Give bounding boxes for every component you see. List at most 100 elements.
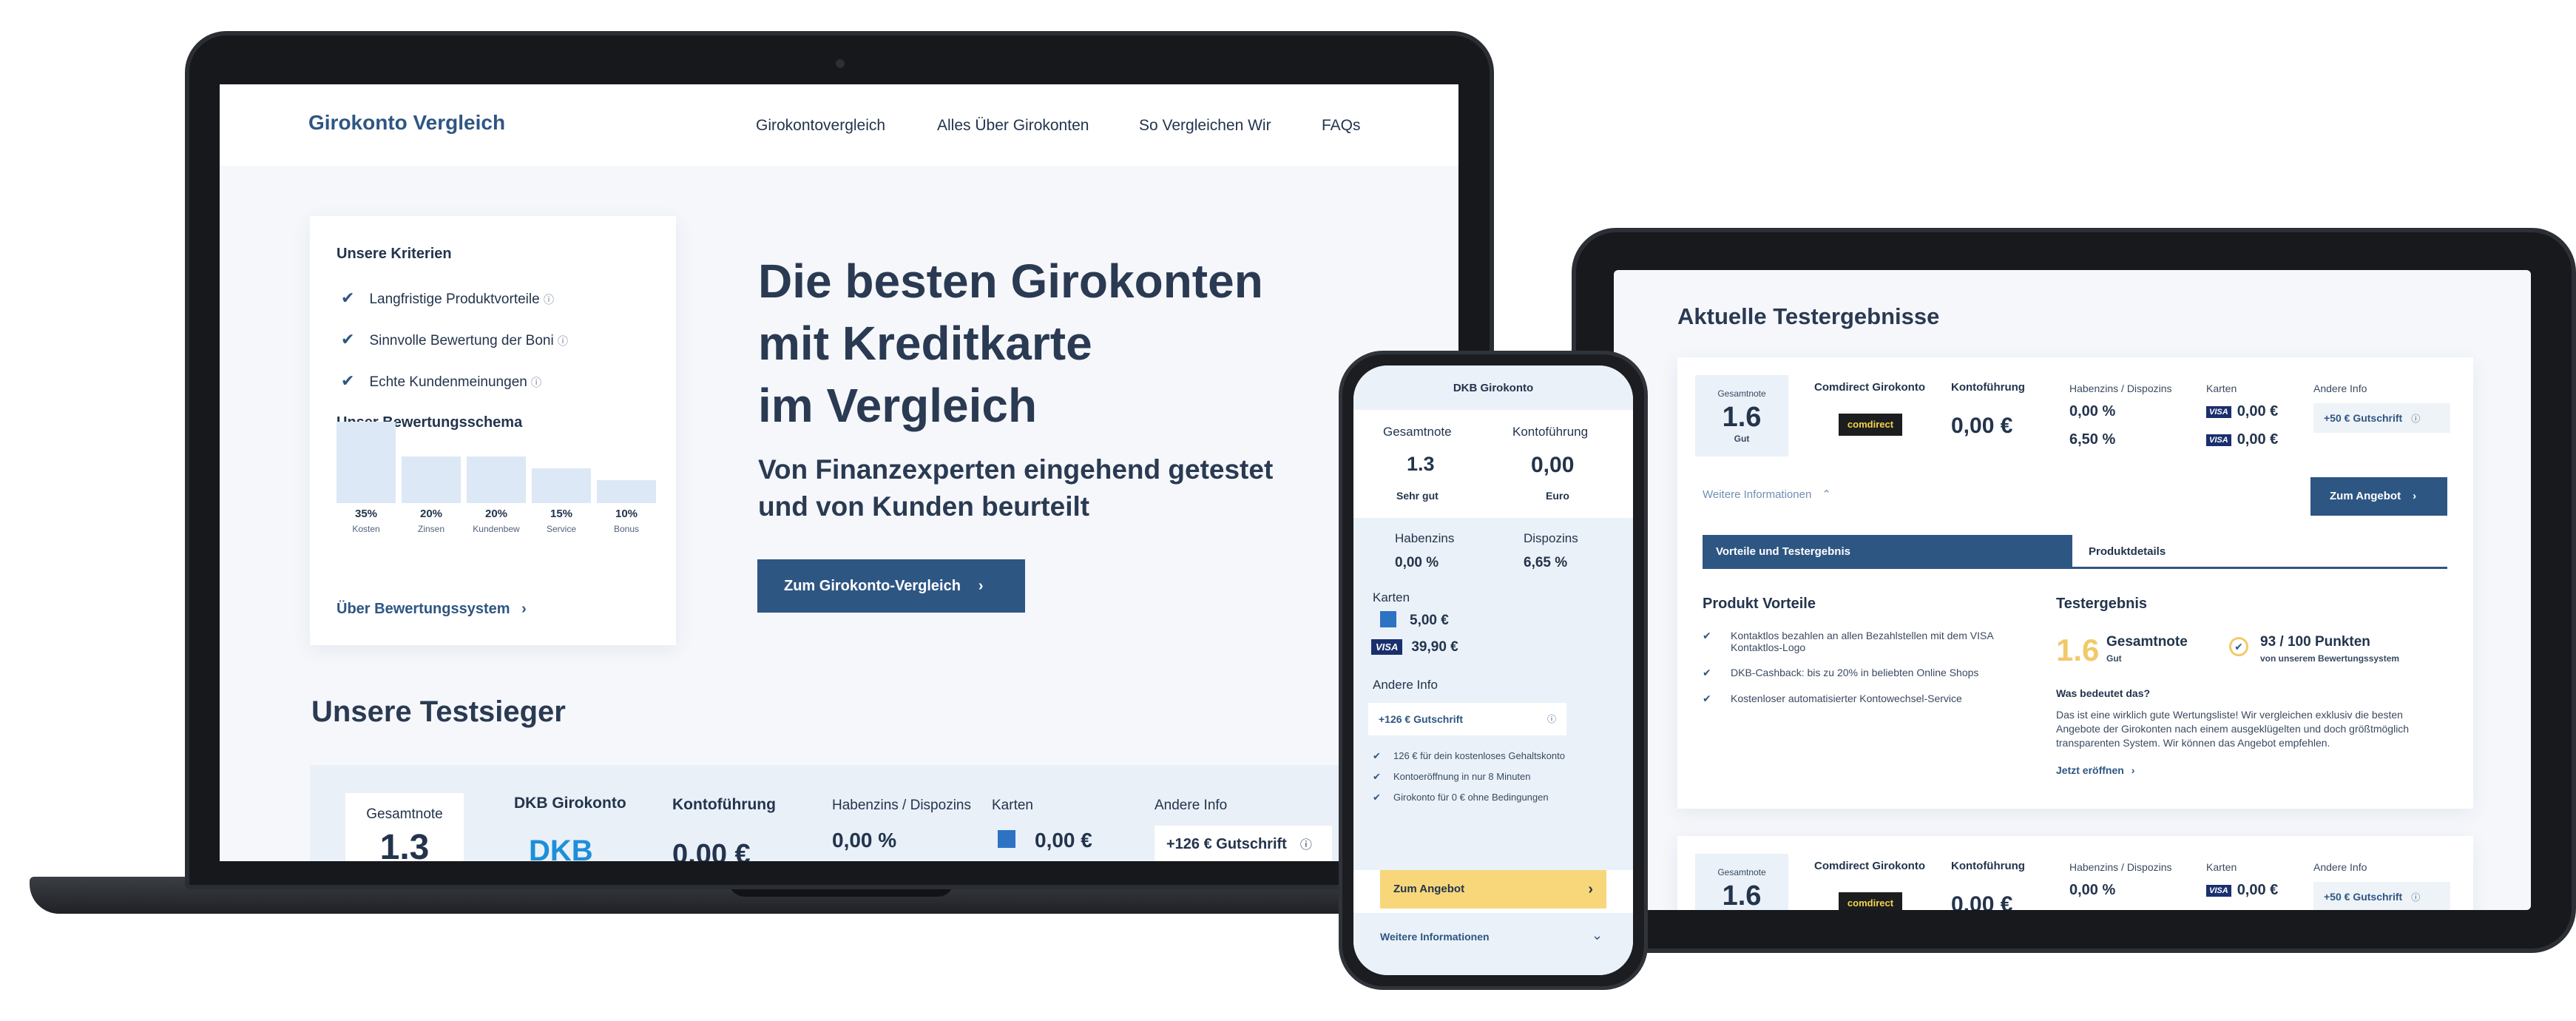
card-value: 5,00 € [1410,613,1449,628]
criteria-item: ✔ Sinnvolle Bewertung der Boni ⓘ [341,330,568,349]
fee-label: Kontoführung [672,796,776,813]
schema-bar-percent: 10% [615,508,638,520]
laptop-screen: Girokonto Vergleich Girokontovergleich A… [220,84,1458,861]
site-header: Girokonto Vergleich Girokontovergleich A… [220,84,1458,166]
info-label: Andere Info [2313,383,2367,394]
visa-icon: VISA [1371,639,1403,656]
chevron-down-icon[interactable]: ⌄ [1592,928,1603,943]
info-icon[interactable]: ⓘ [2411,414,2420,424]
more-info-section: Weitere Informationen ⌄ [1353,913,1633,975]
criteria-item: ✔ Langfristige Produktvorteile ⓘ [341,289,554,308]
info-icon[interactable]: ⓘ [544,294,554,306]
hero-subheadline-line: Von Finanzexperten eingehend getestet [758,454,1274,485]
list-item-text: Girokonto für 0 € ohne Bedingungen [1393,792,1549,803]
more-info-toggle[interactable]: Weitere Informationen ⌃ [1703,488,1831,501]
info-icon[interactable]: ⓘ [2411,892,2420,903]
more-info-label: Weitere Informationen [1703,488,1812,501]
check-icon: ✔ [341,289,355,307]
check-icon: ✔ [1703,630,1711,641]
list-item: ✔ Kontaktlos bezahlen an allen Bezahlstel… [1703,630,2013,653]
visa-icon: VISA [2206,434,2231,446]
nav-link-girokontovergleich[interactable]: Girokontovergleich [756,117,885,135]
score-grade: Gut [1734,434,1750,444]
card-value: 39,90 € [1411,639,1458,655]
info-icon[interactable]: ⓘ [1300,839,1312,852]
schema-bar-label: Bonus [613,524,640,534]
nav-link-faqs[interactable]: FAQs [1322,117,1361,135]
fee-value: 0,00 [1531,453,1575,477]
rating-system-link-label: Über Bewertungssystem [337,601,510,617]
interest-value: 0,00 % [832,829,897,852]
visa-icon: VISA [2206,884,2231,897]
list-item: ✔ 126 € für dein kostenloses Gehaltskonto [1373,750,1595,762]
list-item-text: 126 € für dein kostenloses Gehaltskonto [1393,750,1565,761]
info-label: Andere Info [1155,798,1228,813]
results-title: Aktuelle Testergebnisse [1677,303,1940,329]
advantages-list: ✔ Kontaktlos bezahlen an allen Bezahlstel… [1703,630,2013,705]
result-score: 1.6 [2056,633,2100,667]
schema-bar [597,480,656,503]
card-value: 0,00 € [2237,403,2279,419]
bonus-chip: +50 € Gutschrift ⓘ [2313,403,2450,433]
bonus-chip: +126 € Gutschrift ⓘ [1368,703,1566,735]
check-icon: ✔ [1703,693,1711,704]
chevron-right-icon: › [2131,764,2135,776]
card-item: VISA 39,90 € [1371,639,1458,656]
dispo-value: 6,50 % [2069,431,2116,448]
schema-bar [467,456,526,503]
benefits-list: ✔ 126 € für dein kostenloses Gehaltskonto… [1373,750,1595,803]
card-value: 0,00 € [2237,431,2279,448]
info-icon[interactable]: ⓘ [1547,703,1556,735]
tab-vorteile[interactable]: Vorteile und Testergebnis [1703,535,2072,569]
info-icon[interactable]: ⓘ [558,335,568,347]
score-label: Gesamtnote [1383,425,1452,439]
offer-button[interactable]: Zum Angebot › [1380,870,1606,909]
info-icon[interactable]: ⓘ [531,377,541,388]
tab-produktdetails[interactable]: Produktdetails [2072,535,2447,569]
check-icon: ✔ [1373,750,1381,761]
criteria-item: ✔ Echte Kundenmeinungen ⓘ [341,371,541,391]
phone-card-header: DKB Girokonto [1353,365,1633,410]
interest-value: 0,00 % [1395,555,1439,570]
site-logo[interactable]: Girokonto Vergleich [308,111,505,135]
bank-name: DKB Girokonto [514,795,626,812]
compare-cta-button[interactable]: Zum Girokonto-Vergleich › [757,559,1025,613]
schema-bar [337,422,396,503]
schema-bar-label: Kosten [352,524,380,534]
cards-label: Karten [2206,861,2237,873]
interest-label: Habenzins / Dispozins [2069,861,2172,873]
interest-value: 0,00 % [2069,882,2116,898]
score-value: 1.6 [1722,402,1762,433]
fee-value: 0,00 € [672,839,751,861]
nav-link-alles-ueber-girokonten[interactable]: Alles Über Girokonten [937,117,1089,135]
score-value: 1.6 [1722,880,1762,910]
bonus-chip: +126 € Gutschrift ⓘ [1155,826,1332,861]
bank-name: DKB Girokonto [1453,382,1534,394]
schema-bar-percent: 20% [419,508,443,520]
bonus-chip-label: +126 € Gutschrift [1166,836,1287,852]
check-icon: ✔ [341,330,355,348]
card-value: 0,00 € [1035,829,1092,852]
points-value: 93 / 100 Punkten [2260,634,2370,650]
score-value: 1.3 [379,828,430,861]
criteria-item-label: Sinnvolle Bewertung der Boni [369,333,554,348]
offer-button[interactable]: Zum Angebot › [2310,477,2447,516]
winner-row: Gesamtnote 1.3 DKB Girokonto DKB Kontofü… [310,765,1458,861]
hero-headline: Die besten Girokonten mit Kreditkarte im… [758,250,1424,437]
comdirect-logo: comdirect [1839,892,1902,910]
nav-link-so-vergleichen-wir[interactable]: So Vergleichen Wir [1139,117,1271,135]
schema-bar [532,468,591,503]
rating-system-link[interactable]: Über Bewertungssystem › [337,601,527,618]
dispo-value: 6,65 % [1524,555,1568,570]
cards-label: Karten [992,798,1033,813]
more-info-toggle[interactable]: Weitere Informationen [1380,931,1490,943]
criteria-card: Unsere Kriterien ✔ Langfristige Produktvo… [310,216,676,645]
card-icon [998,830,1015,848]
interest-value: 0,00 % [2069,403,2116,419]
meaning-title: Was bedeutet das? [2056,687,2151,699]
result-grade: Gut [2106,653,2122,664]
fee-label: Kontoführung [1951,860,2025,872]
chevron-right-icon: › [2413,490,2417,502]
schema-bar-percent: 15% [550,508,573,520]
open-account-link[interactable]: Jetzt eröffnen › [2056,764,2134,776]
